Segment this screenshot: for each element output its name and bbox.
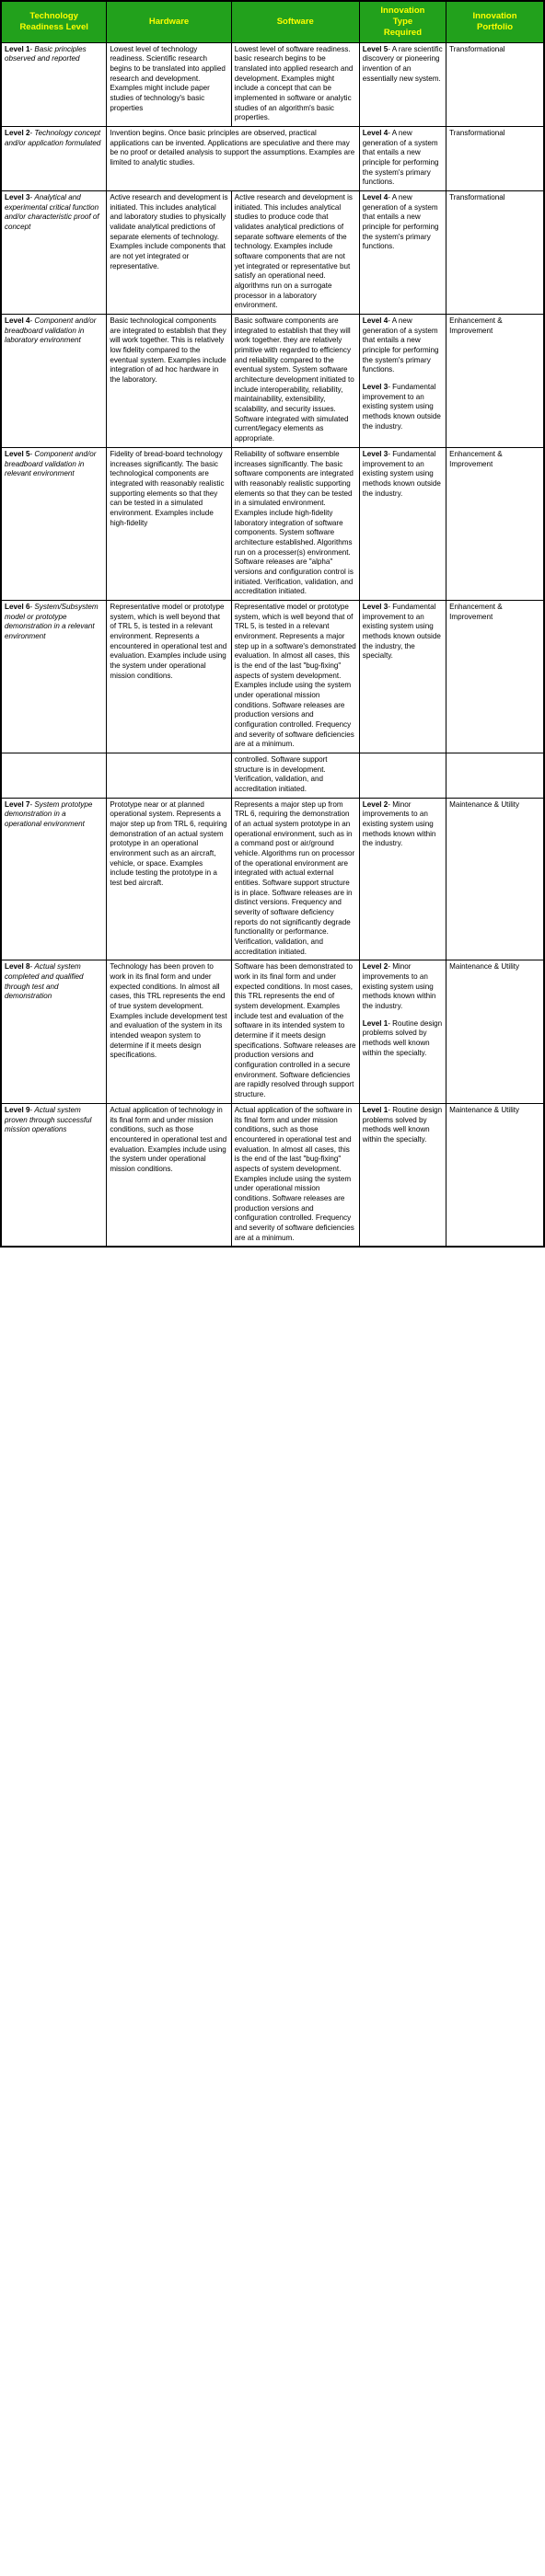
hardware-cell: Actual application of technology in its … xyxy=(106,1102,232,1248)
header-innovation-type: Innovation Type Required xyxy=(358,0,447,43)
hardware-cell: Active research and development is initi… xyxy=(106,190,232,316)
hardware-software-cell: Invention begins. Once basic principles … xyxy=(106,125,360,192)
software-cell: Reliability of software ensemble increas… xyxy=(230,446,360,601)
table-row: Level 9- Actual system proven through su… xyxy=(0,1102,545,1248)
innovation-portfolio-cell: Maintenance & Utility xyxy=(446,960,545,1104)
innovation-type-cell: Level 2- Minor improvements to an existi… xyxy=(358,960,447,1104)
trl-level-number: Level 9 xyxy=(5,1105,30,1114)
innovation-type-level: Level 2 xyxy=(362,962,388,972)
innovation-type-cell: Level 4- A new generation of a system th… xyxy=(358,190,447,316)
software-cell: Basic software components are integrated… xyxy=(230,314,360,448)
table-body: Level 1- Basic principles observed and r… xyxy=(0,41,545,1248)
trl-level-number: Level 2 xyxy=(5,129,30,137)
table-row: Level 1- Basic principles observed and r… xyxy=(0,41,545,128)
innovation-type-level: Level 3 xyxy=(362,602,388,611)
hardware-cell: Technology has been proven to work in it… xyxy=(106,960,232,1104)
table-row: Level 2- Technology concept and/or appli… xyxy=(0,125,545,192)
innovation-type-level: Level 2 xyxy=(362,799,388,809)
table-row: Level 3- Analytical and experimental cri… xyxy=(0,190,545,316)
innovation-type-description: A new generation of a system that entail… xyxy=(362,129,439,187)
innovation-type-description: A new generation of a system that entail… xyxy=(362,193,439,251)
innovation-type-level: Level 3 xyxy=(362,449,388,458)
innovation-type-level: Level 5 xyxy=(362,44,388,53)
innovation-type-level: Level 4 xyxy=(362,316,388,326)
software-cell: Software has been demonstrated to work i… xyxy=(230,960,360,1104)
innovation-portfolio-cell: Transformational xyxy=(446,190,545,316)
trl-level-cell: Level 2- Technology concept and/or appli… xyxy=(0,125,108,192)
trl-level-cell: Level 8- Actual system completed and qua… xyxy=(0,960,108,1104)
software-cell: Active research and development is initi… xyxy=(230,190,360,316)
trl-level-cell: Level 5- Component and/or breadboard val… xyxy=(0,446,108,601)
hardware-cell: Lowest level of technology readiness. Sc… xyxy=(106,41,232,128)
trl-level-number: Level 4 xyxy=(5,316,30,326)
innovation-type-description: A new generation of a system that entail… xyxy=(362,316,439,374)
innovation-type-level: Level 4 xyxy=(362,193,388,202)
innovation-portfolio-cell: Enhancement & Improvement xyxy=(446,599,545,753)
trl-level-cell: Level 6- System/Subsystem model or proto… xyxy=(0,599,108,753)
header-innovation-portfolio: Innovation Portfolio xyxy=(446,0,545,43)
innovation-portfolio-cell xyxy=(446,752,545,799)
hardware-cell: Basic technological components are integ… xyxy=(106,314,232,448)
trl-level-cell: Level 3- Analytical and experimental cri… xyxy=(0,190,108,316)
software-cell: Lowest level of software readiness. basi… xyxy=(230,41,360,128)
header-hardware: Hardware xyxy=(106,0,232,43)
software-cell: controlled. Software support structure i… xyxy=(230,752,360,799)
trl-level-cell: Level 9- Actual system proven through su… xyxy=(0,1102,108,1248)
hardware-cell: Prototype near or at planned operational… xyxy=(106,797,232,961)
innovation-type-cell: Level 5- A rare scientific discovery or … xyxy=(358,41,447,128)
table-row: Level 5- Component and/or breadboard val… xyxy=(0,446,545,601)
trl-level-cell: Level 4- Component and/or breadboard val… xyxy=(0,314,108,448)
innovation-type-cell xyxy=(358,752,447,799)
innovation-type-cell: Level 4- A new generation of a system th… xyxy=(358,125,447,192)
innovation-portfolio-cell: Maintenance & Utility xyxy=(446,797,545,961)
innovation-portfolio-cell: Enhancement & Improvement xyxy=(446,446,545,601)
innovation-type-cell: Level 2- Minor improvements to an existi… xyxy=(358,797,447,961)
innovation-type-cell: Level 4- A new generation of a system th… xyxy=(358,314,447,448)
innovation-portfolio-cell: Transformational xyxy=(446,41,545,128)
table-row: Level 6- System/Subsystem model or proto… xyxy=(0,599,545,753)
innovation-portfolio-cell: Enhancement & Improvement xyxy=(446,314,545,448)
trl-level-number: Level 5 xyxy=(5,449,30,458)
innovation-spacer xyxy=(363,1012,443,1019)
table-header: Technology Readiness Level Hardware Softw… xyxy=(0,0,545,43)
header-row: Technology Readiness Level Hardware Softw… xyxy=(0,0,545,43)
hardware-cell: Fidelity of bread-board technology incre… xyxy=(106,446,232,601)
trl-level-cell: Level 1- Basic principles observed and r… xyxy=(0,41,108,128)
trl-level-cell: Level 7- System prototype demonstration … xyxy=(0,797,108,961)
trl-level-number: Level 7 xyxy=(5,799,30,809)
trl-table: Technology Readiness Level Hardware Softw… xyxy=(0,0,545,1248)
innovation-type-cell: Level 1- Routine design problems solved … xyxy=(358,1102,447,1248)
table-row: Level 4- Component and/or breadboard val… xyxy=(0,314,545,448)
hardware-cell xyxy=(106,752,232,799)
trl-level-number: Level 1 xyxy=(5,44,30,53)
innovation-spacer xyxy=(363,375,443,383)
table-row: controlled. Software support structure i… xyxy=(0,752,545,799)
hardware-cell: Representative model or prototype system… xyxy=(106,599,232,753)
innovation-portfolio-cell: Transformational xyxy=(446,125,545,192)
header-software: Software xyxy=(230,0,360,43)
innovation-portfolio-cell: Maintenance & Utility xyxy=(446,1102,545,1248)
table-row: Level 7- System prototype demonstration … xyxy=(0,797,545,961)
innovation-type-description: Fundamental improvement to an existing s… xyxy=(362,602,441,661)
innovation-type-cell: Level 3- Fundamental improvement to an e… xyxy=(358,446,447,601)
trl-level-number: Level 6 xyxy=(5,602,30,611)
software-cell: Represents a major step up from TRL 6, r… xyxy=(230,797,360,961)
software-cell: Actual application of the software in it… xyxy=(230,1102,360,1248)
innovation-type-level-secondary: Level 1 xyxy=(362,1018,388,1028)
trl-level-cell xyxy=(0,752,108,799)
innovation-type-cell: Level 3- Fundamental improvement to an e… xyxy=(358,599,447,753)
trl-level-number: Level 8 xyxy=(5,962,30,972)
innovation-type-level: Level 4 xyxy=(362,129,388,137)
software-cell: Representative model or prototype system… xyxy=(230,599,360,753)
innovation-type-level: Level 1 xyxy=(362,1105,388,1114)
table-row: Level 8- Actual system completed and qua… xyxy=(0,960,545,1104)
trl-level-number: Level 3 xyxy=(5,193,30,202)
innovation-type-level-secondary: Level 3 xyxy=(362,383,388,392)
header-trl: Technology Readiness Level xyxy=(0,0,108,43)
